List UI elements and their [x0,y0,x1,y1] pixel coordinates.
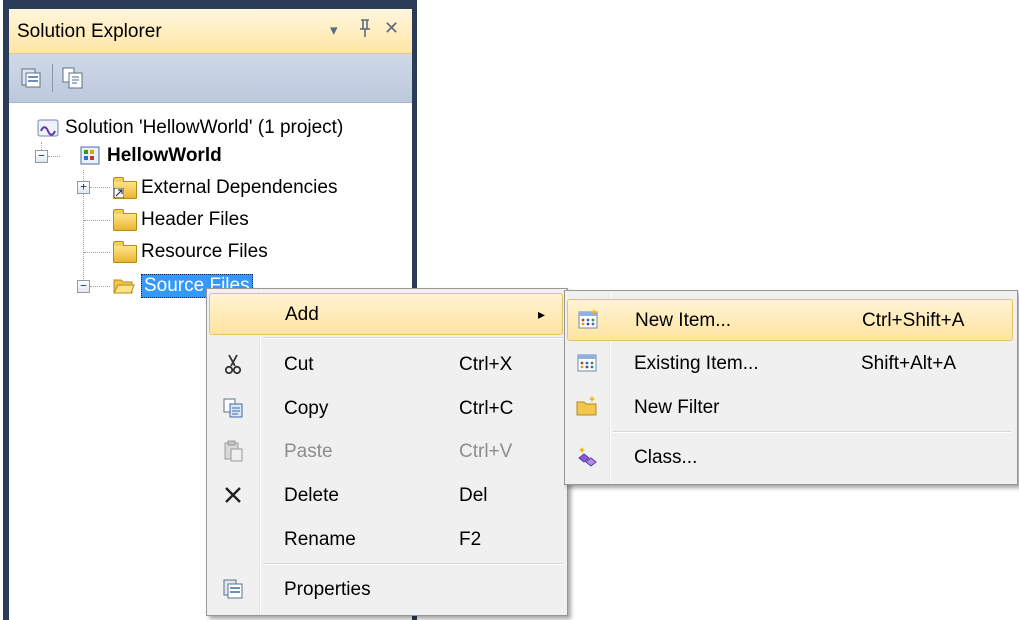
solution-label: Solution 'HellowWorld' (1 project) [65,117,344,138]
menu-item-add[interactable]: Add ▸ [209,293,563,335]
project-label: HellowWorld [107,145,222,166]
add-submenu: New Item... Ctrl+Shift+A Existing Item..… [564,290,1018,485]
menu-item-label: Cut [284,354,314,375]
delete-x-icon [222,484,244,506]
menu-item-shortcut: Ctrl+X [459,354,513,375]
submenu-item-label: New Item... [635,310,732,331]
menu-item-shortcut: F2 [459,529,482,550]
menu-separator [263,563,563,565]
menu-item-cut[interactable]: Cut Ctrl+X [209,344,561,384]
menu-item-paste[interactable]: Paste Ctrl+V [209,431,561,471]
class-icon [576,446,598,468]
collapse-icon[interactable]: − [77,280,90,293]
paste-icon [222,440,244,462]
tree-line [90,286,110,287]
tree-line [84,252,110,253]
menu-item-delete[interactable]: Delete Del [209,475,561,515]
tree-label: Header Files [141,209,249,230]
solution-icon [37,118,59,138]
pin-icon[interactable] [358,18,372,43]
expand-icon[interactable]: + [77,181,90,194]
new-item-icon [577,309,599,331]
submenu-item-label: New Filter [634,397,720,418]
copy-icon [222,397,244,419]
menu-item-copy[interactable]: Copy Ctrl+C [209,388,561,428]
menu-item-label: Rename [284,529,356,550]
menu-item-shortcut: Ctrl+C [459,398,514,419]
external-dependencies-folder-icon [113,177,137,199]
existing-item-icon [576,352,598,374]
panel-titlebar: Solution Explorer ▾ ✕ [9,9,412,54]
show-all-files-icon[interactable] [61,66,85,90]
menu-item-label: Paste [284,441,333,462]
folder-icon [113,241,137,263]
toolbar-separator [52,64,53,92]
project-icon [79,146,101,166]
menu-item-label: Properties [284,579,371,600]
menu-item-rename[interactable]: Rename F2 [209,519,561,559]
tree-node-solution[interactable]: Solution 'HellowWorld' (1 project) [37,114,343,142]
panel-toolbar [9,54,412,103]
collapse-icon[interactable]: − [35,150,48,163]
menu-separator [613,431,1011,433]
submenu-item-label: Class... [634,447,698,468]
folder-icon [113,209,137,231]
menu-item-label: Copy [284,398,329,419]
tree-node-header-files[interactable]: Header Files [113,206,249,234]
submenu-item-shortcut: Shift+Alt+A [861,353,957,374]
submenu-item-existing-item[interactable]: Existing Item... Shift+Alt+A [567,343,1011,383]
dropdown-arrow-icon[interactable]: ▾ [330,21,338,39]
menu-separator [263,337,563,339]
properties-icon [222,578,244,600]
submenu-item-class[interactable]: Class... [567,437,1011,477]
menu-item-properties[interactable]: Properties [209,569,561,609]
submenu-item-label: Existing Item... [634,353,759,374]
tree-line [84,220,110,221]
tree-label: Resource Files [141,241,268,262]
context-menu: Add ▸ Cut Ctrl+X Copy Ctrl+C Paste Ctrl+… [206,288,568,616]
menu-item-label: Add [285,304,319,325]
scissors-icon [222,353,244,375]
tree-node-external-dependencies[interactable]: External Dependencies [113,174,337,202]
menu-item-shortcut: Del [459,485,488,506]
open-folder-icon [113,276,135,296]
close-icon[interactable]: ✕ [384,18,399,39]
menu-item-shortcut: Ctrl+V [459,441,513,462]
panel-title: Solution Explorer [17,21,162,42]
tree-label: External Dependencies [141,177,338,198]
submenu-item-shortcut: Ctrl+Shift+A [862,310,965,331]
submenu-item-new-filter[interactable]: New Filter [567,387,1011,427]
tree-line [48,156,60,157]
properties-icon[interactable] [19,66,43,90]
submenu-arrow-icon: ▸ [538,306,546,322]
submenu-item-new-item[interactable]: New Item... Ctrl+Shift+A [567,299,1013,341]
tree-node-resource-files[interactable]: Resource Files [113,238,268,266]
tree-line [90,187,110,188]
menu-item-label: Delete [284,485,339,506]
new-filter-folder-icon [576,396,598,418]
tree-node-project[interactable]: HellowWorld [79,142,222,170]
